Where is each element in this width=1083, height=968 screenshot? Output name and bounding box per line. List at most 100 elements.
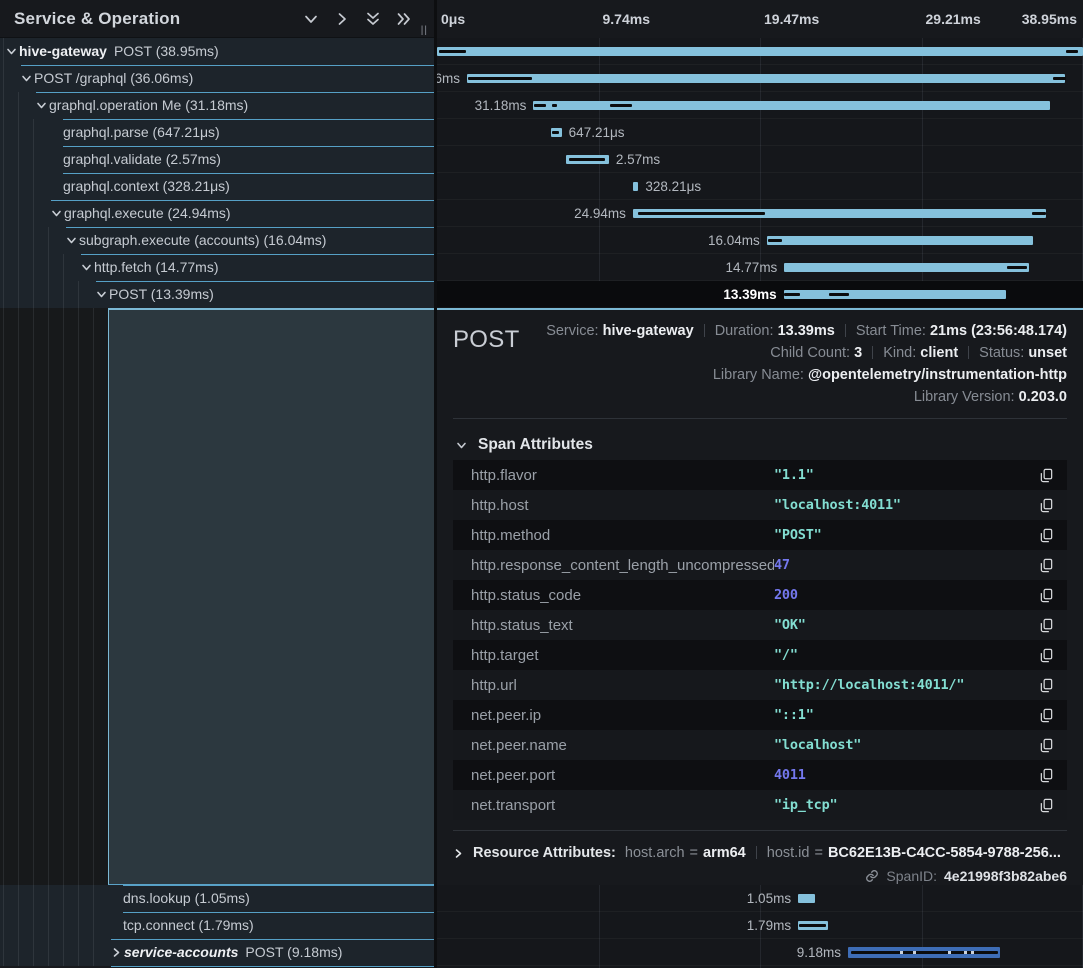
child-span-mark: [799, 924, 826, 927]
indent-guide: [3, 885, 4, 912]
copy-icon[interactable]: [1037, 766, 1055, 784]
span-bar[interactable]: [437, 47, 1083, 56]
child-span-mark: [534, 104, 546, 107]
span-tree-panel: hive-gatewayPOST (38.95ms)POST /graphql …: [0, 0, 434, 968]
copy-icon[interactable]: [1037, 526, 1055, 544]
timeline-row[interactable]: 14.77ms: [437, 254, 1083, 281]
tree-row[interactable]: graphql.context (328.21μs): [0, 173, 434, 200]
copy-icon[interactable]: [1037, 706, 1055, 724]
attribute-key: net.peer.port: [471, 767, 774, 784]
copy-icon[interactable]: [1037, 676, 1055, 694]
span-label: subgraph.execute (accounts) (16.04ms): [79, 227, 326, 254]
duration-label: 16.04ms: [708, 227, 760, 254]
attribute-row: http.flavor"1.1": [453, 460, 1067, 490]
indent-guide: [48, 308, 49, 885]
span-bar[interactable]: [633, 182, 638, 191]
copy-icon[interactable]: [1037, 646, 1055, 664]
timeline-row[interactable]: 1.05ms: [437, 885, 1083, 912]
span-bar[interactable]: [798, 894, 815, 903]
span-label: graphql.operation Me (31.18ms): [49, 92, 248, 119]
double-chevron-right-icon[interactable]: [396, 11, 412, 27]
timeline-row[interactable]: 16.04ms: [437, 227, 1083, 254]
tree-row[interactable]: graphql.operation Me (31.18ms): [0, 92, 434, 119]
timeline-row[interactable]: 1.79ms: [437, 912, 1083, 939]
span-bar[interactable]: [767, 236, 1033, 245]
indent-guide: [78, 281, 79, 308]
chevron-down-icon[interactable]: [303, 11, 319, 27]
tree-row[interactable]: POST /graphql (36.06ms): [0, 65, 434, 92]
timeline-row[interactable]: 9.18ms: [437, 939, 1083, 966]
span-bar[interactable]: [784, 290, 1006, 299]
tree-row[interactable]: POST (13.39ms): [0, 281, 434, 308]
indent-guide: [18, 173, 19, 200]
timeline-row[interactable]: 647.21μs: [437, 119, 1083, 146]
copy-icon[interactable]: [1037, 796, 1055, 814]
chevron-right-icon[interactable]: [111, 947, 122, 958]
tree-panel-title: Service & Operation: [14, 0, 180, 38]
tree-row[interactable]: hive-gatewayPOST (38.95ms): [0, 38, 434, 65]
meta-separator: [968, 346, 969, 359]
tree-row[interactable]: graphql.execute (24.94ms): [0, 200, 434, 227]
child-span-mark: [552, 131, 559, 134]
column-resize-grip[interactable]: ||: [421, 25, 428, 36]
double-chevron-down-icon[interactable]: [365, 11, 381, 27]
selected-span-detail-block[interactable]: [108, 308, 434, 885]
child-span-mark: [1066, 50, 1078, 53]
copy-icon[interactable]: [1037, 556, 1055, 574]
duration-label: 24.94ms: [574, 200, 626, 227]
resource-pairs: host.arch=arm64host.id=BC62E13B-C4CC-585…: [625, 840, 1061, 866]
span-bar[interactable]: [784, 263, 1029, 272]
tree-row[interactable]: graphql.validate (2.57ms): [0, 146, 434, 173]
duration-label: 13.39ms: [723, 281, 776, 308]
copy-icon[interactable]: [1037, 616, 1055, 634]
indent-guide: [93, 939, 94, 966]
meta-label: Child Count:: [770, 345, 854, 361]
tree-row[interactable]: dns.lookup (1.05ms): [0, 885, 434, 912]
chevron-down-icon[interactable]: [81, 262, 92, 273]
chevron-down-icon[interactable]: [6, 46, 17, 57]
timeline-row[interactable]: 6ms: [437, 65, 1083, 92]
copy-icon[interactable]: [1037, 736, 1055, 754]
link-icon[interactable]: [865, 868, 879, 884]
chevron-down-icon[interactable]: [36, 100, 47, 111]
tree-row[interactable]: tcp.connect (1.79ms): [0, 912, 434, 939]
attribute-value: "localhost:4011": [774, 497, 1037, 513]
indent-guide: [18, 227, 19, 254]
tree-row[interactable]: graphql.parse (647.21μs): [0, 119, 434, 146]
tree-row[interactable]: http.fetch (14.77ms): [0, 254, 434, 281]
chevron-down-icon[interactable]: [66, 235, 77, 246]
indent-guide: [3, 92, 4, 119]
indent-guide: [93, 885, 94, 912]
span-label: http.fetch (14.77ms): [94, 254, 219, 281]
span-bar[interactable]: [467, 74, 1065, 83]
chevron-down-icon[interactable]: [21, 73, 32, 84]
copy-icon[interactable]: [1037, 496, 1055, 514]
span-label: graphql.parse (647.21μs): [63, 119, 220, 146]
timeline-row[interactable]: 2.57ms: [437, 146, 1083, 173]
chevron-down-icon[interactable]: [96, 289, 107, 300]
indent-guide: [3, 173, 4, 200]
resource-attributes-row[interactable]: Resource Attributes: host.arch=arm64host…: [453, 840, 1061, 866]
duration-label: 14.77ms: [726, 254, 778, 281]
panel-divider[interactable]: [434, 0, 437, 968]
timeline-row[interactable]: [437, 38, 1083, 65]
timeline-row[interactable]: 24.94ms: [437, 200, 1083, 227]
child-span-mark: [552, 104, 557, 107]
attribute-value: 47: [774, 557, 1037, 573]
span-attributes-toggle[interactable]: Span Attributes: [453, 434, 593, 456]
copy-icon[interactable]: [1037, 466, 1055, 484]
trace-viewer: hive-gatewayPOST (38.95ms)POST /graphql …: [0, 0, 1083, 968]
attribute-row: http.status_code200: [453, 580, 1067, 610]
indent-guide: [18, 939, 19, 966]
tree-row[interactable]: service-accountsPOST (9.18ms): [0, 939, 434, 966]
indent-guide: [78, 939, 79, 966]
chevron-down-icon[interactable]: [51, 208, 62, 219]
timeline-row[interactable]: 13.39ms: [437, 281, 1083, 308]
chevron-right-icon[interactable]: [334, 11, 350, 27]
timeline-row[interactable]: 31.18ms: [437, 92, 1083, 119]
timeline-row[interactable]: 328.21μs: [437, 173, 1083, 200]
tree-row[interactable]: subgraph.execute (accounts) (16.04ms): [0, 227, 434, 254]
copy-icon[interactable]: [1037, 586, 1055, 604]
indent-guide: [93, 912, 94, 939]
indent-guide: [63, 939, 64, 966]
